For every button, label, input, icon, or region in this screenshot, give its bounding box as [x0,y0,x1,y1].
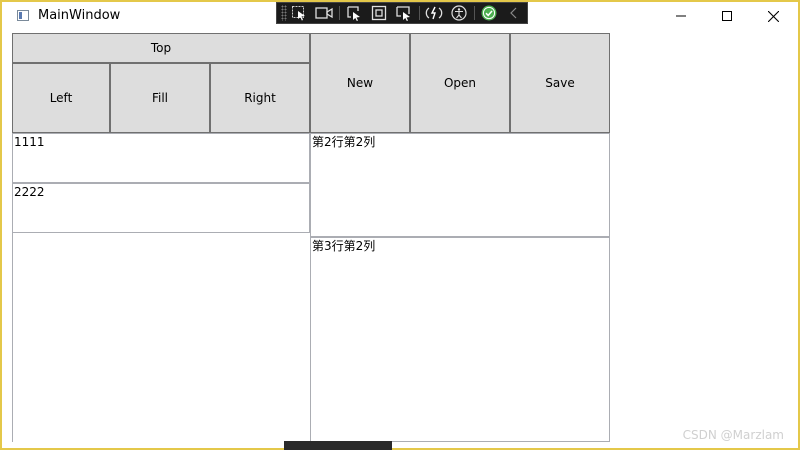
hot-reload-button[interactable] [422,3,447,23]
window-title: MainWindow [38,8,121,23]
new-button[interactable]: New [310,33,410,133]
accessibility-button[interactable] [447,3,472,23]
grid-left-border [12,233,13,442]
chevron-left-icon [510,7,517,19]
check-icon [481,5,497,21]
toolbar-separator [473,6,475,20]
maximize-button[interactable] [704,2,750,30]
text-box-row3-col2[interactable]: 第3行第2列 [310,237,610,442]
close-icon [767,10,779,22]
window-content: Top Left Fill Right New Open Save 1111 2… [12,33,610,442]
xaml-debug-toolbar [276,2,528,24]
text-box-1111[interactable]: 1111 [12,133,310,183]
accessibility-icon [451,5,468,21]
save-button[interactable]: Save [510,33,610,133]
display-layout-icon [396,6,411,21]
close-button[interactable] [750,2,796,30]
select-element-button[interactable] [287,3,312,23]
text-box-2222[interactable]: 2222 [12,183,310,233]
collapse-toolbar-button[interactable] [502,3,527,23]
pointer-select-icon [347,6,361,21]
status-check-button[interactable] [477,3,502,23]
record-icon [315,7,333,19]
main-window: MainWindow Top Left Fill Right New Open … [0,0,800,450]
select-element-icon [292,6,306,21]
taskbar-strip [284,441,392,450]
watermark: CSDN @Marzlam [682,428,784,442]
fill-button[interactable]: Fill [110,63,210,133]
left-button[interactable]: Left [12,63,110,133]
maximize-icon [722,11,732,21]
pointer-select-button[interactable] [342,3,367,23]
frame-icon [372,5,387,21]
minimize-button[interactable] [658,2,704,30]
app-window-icon [17,10,29,21]
top-button[interactable]: Top [12,33,310,63]
toolbar-separator [338,6,340,20]
record-button[interactable] [312,3,337,23]
toolbar-separator [418,6,420,20]
right-button[interactable]: Right [210,63,310,133]
hot-reload-icon [426,6,443,20]
minimize-icon [676,15,686,17]
frame-button[interactable] [367,3,392,23]
text-box-row2-col2[interactable]: 第2行第2列 [310,133,610,237]
display-layout-button[interactable] [392,3,417,23]
open-button[interactable]: Open [410,33,510,133]
